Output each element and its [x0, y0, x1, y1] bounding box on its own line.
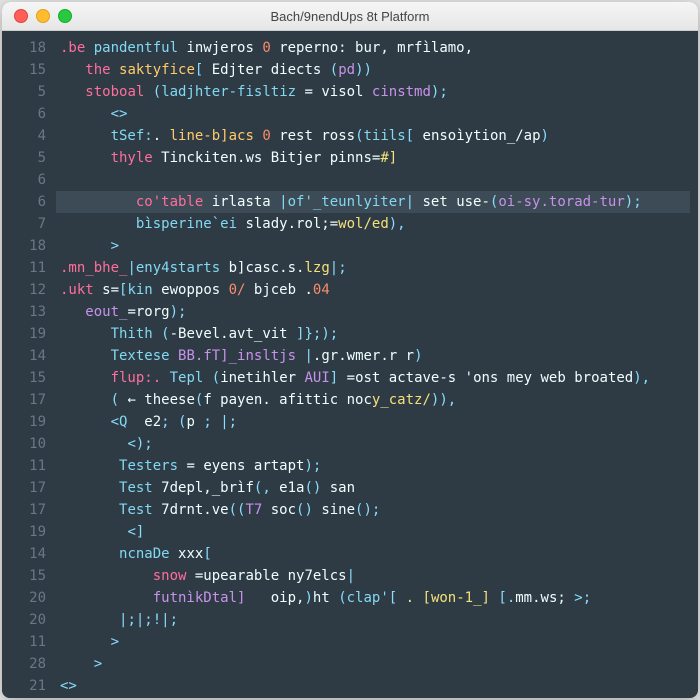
titlebar[interactable]: Bach/9nendUps 8t Platform — [2, 2, 698, 31]
line-number: 21 — [2, 675, 46, 697]
line-number: 10 — [2, 433, 46, 455]
code-line[interactable]: .wap:ATIvkTnae {airmor) san a]; — [60, 697, 690, 698]
line-number: 6 — [2, 103, 46, 125]
code-line[interactable]: Test 7depl,_brìf(, e1a() san — [60, 477, 690, 499]
line-number: 14 — [2, 543, 46, 565]
line-number: 15 — [2, 367, 46, 389]
line-number: 19 — [2, 411, 46, 433]
line-number: 5 — [2, 147, 46, 169]
code-line[interactable]: snow =upearable ny7elcs| — [60, 565, 690, 587]
code-line[interactable]: ncnaDe xxx[ — [60, 543, 690, 565]
code-line[interactable]: <); — [60, 433, 690, 455]
line-number: 17 — [2, 389, 46, 411]
code-line[interactable]: .ukt s=[kin ewoppos 0/ bjceb .04 — [60, 279, 690, 301]
code-line[interactable]: Textese BB.fT]_insltjs |.gr.wmer.r r) — [60, 345, 690, 367]
code-line[interactable]: <] — [60, 521, 690, 543]
traffic-lights — [2, 9, 72, 23]
line-number: 17 — [2, 477, 46, 499]
line-number: 11 — [2, 257, 46, 279]
code-line[interactable]: > — [60, 235, 690, 257]
line-number: 18 — [2, 235, 46, 257]
line-number: 6 — [2, 191, 46, 213]
code-line[interactable]: Thith (-Bevel.avt_vit ]};); — [60, 323, 690, 345]
code-line[interactable]: tSef:. line-b]acs 0 rest ross(tiils[ ens… — [60, 125, 690, 147]
line-number: 4 — [2, 125, 46, 147]
code-line[interactable]: <Q e2; (p ; |; — [60, 411, 690, 433]
line-number: 25 — [2, 697, 46, 698]
code-line[interactable]: futnìkDtal] oip,)ht (clap'[ . [won-1_] [… — [60, 587, 690, 609]
code-line[interactable]: flup:. Tepl (inetihler AUI] =ost actave-… — [60, 367, 690, 389]
maximize-icon[interactable] — [58, 9, 72, 23]
code-line[interactable]: eout_=rorg); — [60, 301, 690, 323]
code-line[interactable]: Test 7drnt.ve((T7 soc() sine(); — [60, 499, 690, 521]
line-number: 20 — [2, 609, 46, 631]
line-number: 11 — [2, 455, 46, 477]
line-number: 14 — [2, 345, 46, 367]
code-area[interactable]: .be pandentful inwjeros 0 reperno: bur, … — [56, 31, 698, 698]
line-number: 7 — [2, 213, 46, 235]
code-line[interactable]: thyle Tinckiten.ws Bitjer pinns=#] — [60, 147, 690, 169]
window-title: Bach/9nendUps 8t Platform — [2, 9, 698, 24]
code-line[interactable]: ( ← theese(f payen. afittic nocy_catz/))… — [60, 389, 690, 411]
minimize-icon[interactable] — [36, 9, 50, 23]
line-number: 28 — [2, 653, 46, 675]
code-line[interactable]: > — [60, 631, 690, 653]
code-line[interactable]: <> — [60, 103, 690, 125]
code-line[interactable]: co'table irlasta |of'_teunlyiter| set us… — [56, 191, 690, 213]
line-number: 18 — [2, 37, 46, 59]
close-icon[interactable] — [14, 9, 28, 23]
code-line[interactable]: .be pandentful inwjeros 0 reperno: bur, … — [60, 37, 690, 59]
line-number-gutter: 1815564566718111213191415171910111717191… — [2, 31, 56, 698]
code-line[interactable]: bìsperine`ei slady.rol;=wol/ed), — [60, 213, 690, 235]
line-number: 15 — [2, 59, 46, 81]
code-line[interactable]: > — [60, 653, 690, 675]
line-number: 6 — [2, 169, 46, 191]
code-line[interactable] — [60, 169, 690, 191]
line-number: 19 — [2, 323, 46, 345]
editor-window: Bach/9nendUps 8t Platform 18155645667181… — [2, 2, 698, 698]
line-number: 5 — [2, 81, 46, 103]
code-line[interactable]: |;|;!|; — [60, 609, 690, 631]
line-number: 17 — [2, 499, 46, 521]
line-number: 15 — [2, 565, 46, 587]
line-number: 19 — [2, 521, 46, 543]
line-number: 20 — [2, 587, 46, 609]
code-line[interactable]: the saktyfice[ Edjter diects (pd)) — [60, 59, 690, 81]
code-line[interactable]: Testers = eyens artapt); — [60, 455, 690, 477]
line-number: 11 — [2, 631, 46, 653]
code-line[interactable]: .mn_bhe_|eny4starts b]casc.s.lzg|; — [60, 257, 690, 279]
code-editor[interactable]: 1815564566718111213191415171910111717191… — [2, 31, 698, 698]
code-line[interactable]: <> — [60, 675, 690, 697]
line-number: 13 — [2, 301, 46, 323]
line-number: 12 — [2, 279, 46, 301]
code-line[interactable]: stoboal (ladjhter-fisltiz = visol cinstm… — [60, 81, 690, 103]
